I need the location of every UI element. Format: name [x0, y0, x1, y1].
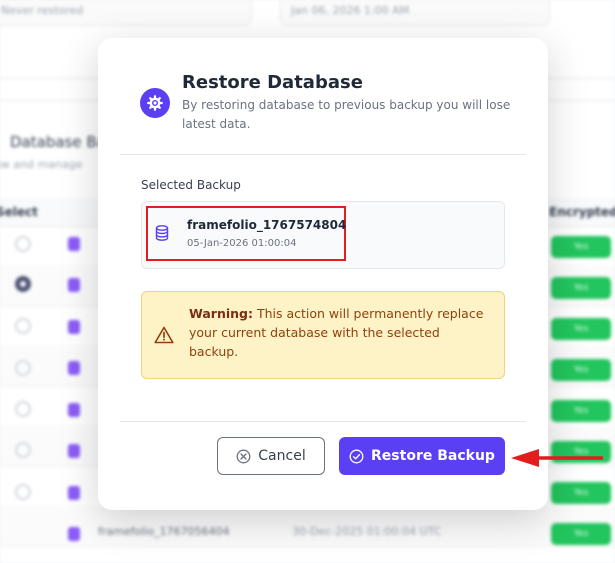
footer-divider	[120, 421, 526, 422]
database-icon	[68, 320, 80, 334]
database-icon	[68, 237, 80, 251]
encrypted-badge: Yes	[551, 277, 611, 299]
database-icon	[68, 444, 80, 458]
warning-message: Warning: This action will permanently re…	[189, 304, 491, 361]
selected-backup-highlight	[146, 206, 346, 261]
encrypted-badge: Yes	[551, 523, 611, 545]
database-icon	[68, 486, 80, 500]
column-select: Select	[0, 205, 38, 219]
row-radio[interactable]	[15, 442, 31, 458]
modal-title: Restore Database	[182, 72, 363, 93]
encrypted-badge: Yes	[551, 318, 611, 340]
selected-backup-label: Selected Backup	[141, 178, 241, 192]
cancel-button-label: Cancel	[258, 448, 306, 464]
red-arrow-annotation	[509, 446, 605, 474]
header-divider	[120, 154, 526, 155]
restore-backup-button[interactable]: Restore Backup	[339, 437, 505, 475]
gear-icon	[140, 88, 170, 118]
row-radio[interactable]	[15, 236, 31, 252]
last-restored-value: Never restored	[1, 4, 84, 17]
row-radio[interactable]	[15, 360, 31, 376]
row-radio[interactable]	[15, 401, 31, 417]
selected-backup-date: 05-Jan-2026 01:00:04	[187, 238, 297, 249]
modal-description: By restoring database to previous backup…	[182, 98, 511, 131]
database-icon	[68, 278, 80, 292]
database-icon	[68, 403, 80, 417]
database-icon	[155, 225, 169, 245]
row-radio-selected[interactable]	[15, 276, 31, 292]
encrypted-badge: Yes	[551, 482, 611, 504]
encrypted-badge: Yes	[551, 236, 611, 258]
database-icon	[68, 527, 80, 541]
cancel-button[interactable]: Cancel	[217, 437, 325, 475]
column-encrypted: Encrypted	[549, 205, 615, 219]
check-circle-icon	[349, 449, 364, 464]
row-radio[interactable]	[15, 484, 31, 500]
backups-section-subtitle: ew and manage	[0, 158, 83, 171]
last-row-backup-name: framefolio_1767056404	[98, 525, 230, 538]
last-row-backup-date: 30-Dec-2025 01:00:04 UTC	[292, 525, 442, 538]
row-radio[interactable]	[15, 318, 31, 334]
x-circle-icon	[236, 449, 251, 464]
encrypted-badge: Yes	[551, 359, 611, 381]
last-restored-field: Never restored	[0, 0, 252, 26]
next-backup-field: Jan 06, 2026 1:00 AM	[280, 0, 550, 26]
next-backup-value: Jan 06, 2026 1:00 AM	[291, 4, 410, 17]
restore-database-modal: Restore Database By restoring database t…	[98, 38, 548, 510]
warning-label: Warning:	[189, 306, 253, 321]
backups-section-title: Database Ba	[10, 133, 106, 151]
encrypted-badge: Yes	[551, 400, 611, 422]
restore-backup-button-label: Restore Backup	[371, 448, 495, 464]
database-icon	[68, 361, 80, 375]
selected-backup-name: framefolio_1767574804	[187, 218, 347, 232]
warning-triangle-icon	[154, 326, 174, 348]
